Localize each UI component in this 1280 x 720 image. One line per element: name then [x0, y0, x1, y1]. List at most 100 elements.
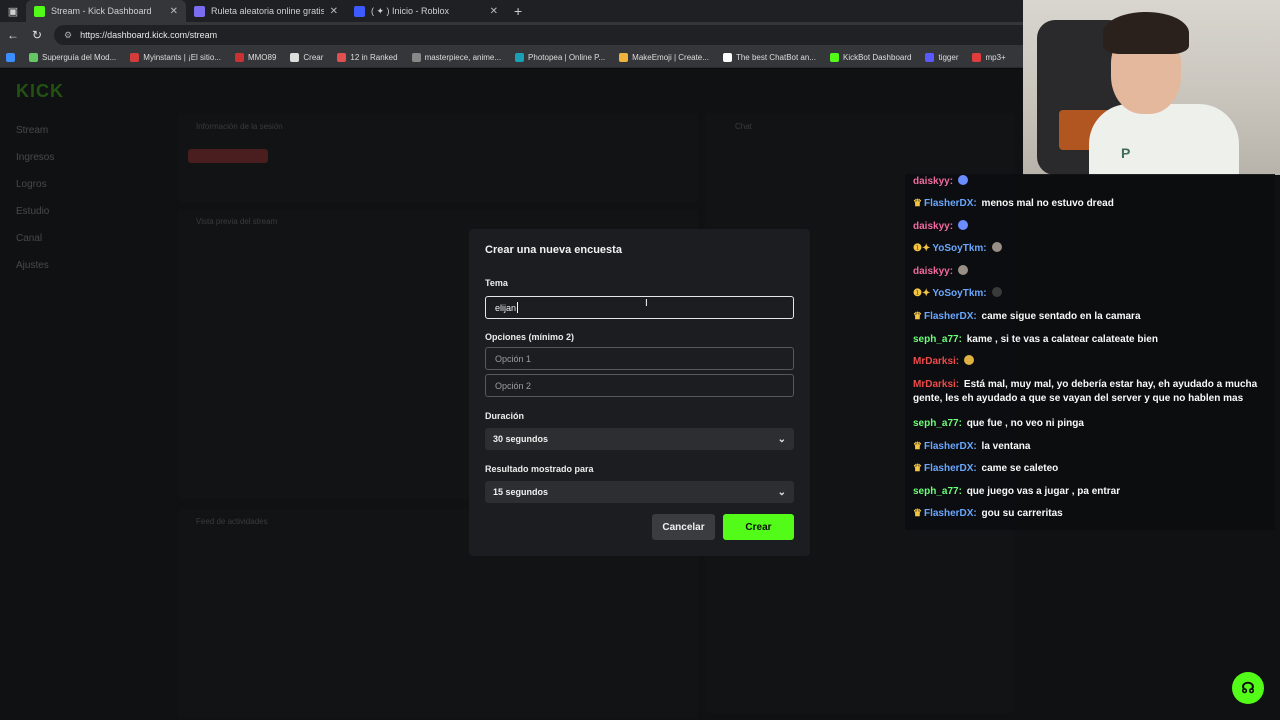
chat-message: MrDarksi: Está mal, muy mal, yo debería … — [913, 378, 1268, 406]
topic-input-value: elijan — [495, 302, 517, 313]
close-tab-icon[interactable]: ✕ — [330, 6, 338, 17]
url-text: https://dashboard.kick.com/stream — [80, 30, 218, 40]
chat-username: FlasherDX: — [923, 198, 977, 209]
cancel-button[interactable]: Cancelar — [652, 514, 715, 540]
reload-icon[interactable]: ↻ — [30, 28, 44, 42]
bookmark-item[interactable]: Crear — [290, 53, 323, 62]
sidebar-item-logros[interactable]: Logros — [16, 179, 47, 190]
sidebar-item-ajustes[interactable]: Ajustes — [16, 260, 49, 271]
url-field[interactable]: ⚙ https://dashboard.kick.com/stream — [54, 25, 1034, 45]
sidebar-item-stream[interactable]: Stream — [16, 125, 48, 136]
text-caret — [517, 302, 519, 313]
tab-title: Stream - Kick Dashboard — [51, 6, 152, 16]
chat-text: la ventana — [981, 441, 1031, 452]
sidebar-item-canal[interactable]: Canal — [16, 233, 42, 244]
topic-label: Tema — [485, 278, 508, 288]
new-tab-icon[interactable]: + — [506, 3, 530, 19]
sidebar-item-ingresos[interactable]: Ingresos — [16, 152, 54, 163]
result-value: 15 segundos — [493, 487, 549, 497]
bookmark-icon — [234, 53, 244, 62]
chat-username: daiskyy: — [913, 221, 954, 232]
activity-feed-title: Feed de actividades — [196, 517, 268, 526]
site-info-icon[interactable]: ⚙ — [64, 30, 72, 41]
close-tab-icon[interactable]: ✕ — [170, 6, 178, 17]
bookmark-item[interactable]: Superguía del Mod... — [29, 53, 116, 62]
bookmark-icon — [515, 53, 525, 62]
chat-username: YoSoyTkm: — [932, 288, 987, 299]
tab-ruleta[interactable]: Ruleta aleatoria online gratis - Ru ✕ — [186, 0, 346, 22]
chat-username: daiskyy: — [913, 176, 954, 187]
chat-message: daiskyy: — [913, 220, 1268, 234]
subscriber-badge-icon: ❶✦ — [913, 288, 931, 299]
chat-overlay: daiskyy: ♛ FlasherDX: menos mal no estuvo… — [905, 174, 1275, 530]
bookmark-item[interactable] — [6, 53, 15, 62]
bookmark-item[interactable]: MMO89 — [234, 53, 277, 62]
bookmark-item[interactable]: The best ChatBot an... — [722, 53, 816, 62]
bookmark-label: mp3+ — [985, 53, 1006, 62]
bookmark-label: The best ChatBot an... — [735, 53, 816, 62]
tab-kick-dashboard[interactable]: Stream - Kick Dashboard ✕ — [26, 0, 186, 22]
chat-username: YoSoyTkm: — [932, 243, 987, 254]
bookmark-item[interactable]: KickBot Dashboard — [829, 53, 912, 62]
bookmark-icon — [829, 53, 839, 62]
bookmark-item[interactable]: 12 in Ranked — [337, 53, 398, 62]
chat-username: FlasherDX: — [923, 463, 977, 474]
back-arrow-icon[interactable]: ← — [6, 28, 20, 42]
chat-text: que fue , no veo ni pinga — [966, 418, 1084, 429]
chat-username: MrDarksi: — [913, 356, 960, 367]
bookmark-label: Myinstants | ¡El sitio... — [143, 53, 221, 62]
chevron-down-icon: ⌄ — [777, 486, 786, 498]
emote-icon — [991, 287, 1002, 297]
chat-message: ♛ FlasherDX: gou su carreritas — [913, 507, 1268, 521]
tab-roblox[interactable]: ( ✦ ) Inicio - Roblox ✕ — [346, 0, 506, 22]
tab-title: Ruleta aleatoria online gratis - Ru — [211, 6, 324, 16]
result-duration-select[interactable]: 15 segundos ⌄ — [485, 481, 794, 503]
chevron-down-icon: ⌄ — [777, 433, 786, 445]
ruleta-favicon-icon — [194, 5, 205, 17]
bookmark-item[interactable]: masterpiece, anime... — [411, 53, 501, 62]
bookmark-item[interactable]: MakeEmoji | Create... — [619, 53, 709, 62]
subscriber-badge-icon: ❶✦ — [913, 243, 931, 254]
option-1-input[interactable]: Opción 1 — [485, 347, 794, 370]
duration-select[interactable]: 30 segundos ⌄ — [485, 428, 794, 450]
streamer-hair — [1103, 12, 1189, 54]
crown-badge-icon: ♛ — [913, 311, 922, 322]
bookmark-item[interactable]: Myinstants | ¡El sitio... — [130, 53, 221, 62]
bookmark-icon — [290, 53, 300, 62]
chat-username: seph_a77: — [913, 418, 962, 429]
bookmark-label: MakeEmoji | Create... — [632, 53, 709, 62]
streamer-shirt — [1089, 104, 1239, 175]
chat-text: Está mal, muy mal, yo debería estar hay,… — [913, 379, 1258, 404]
roblox-favicon-icon — [354, 5, 365, 17]
chat-message: ❶✦ YoSoyTkm: — [913, 242, 1268, 256]
topic-input[interactable]: elijan — [485, 296, 794, 319]
chat-message: ♛ FlasherDX: came se caleteo — [913, 462, 1268, 476]
modal-title: Crear una nueva encuesta — [485, 244, 622, 256]
help-support-button[interactable]: ☊ — [1232, 672, 1264, 704]
bookmark-item[interactable]: Photopea | Online P... — [515, 53, 605, 62]
close-tab-icon[interactable]: ✕ — [490, 6, 498, 17]
create-button[interactable]: Crear — [723, 514, 794, 540]
options-label: Opciones (mínimo 2) — [485, 332, 575, 342]
webcam-overlay: P — [1023, 0, 1280, 175]
kick-logo: KICK — [16, 81, 64, 101]
bookmark-label: MMO89 — [247, 53, 277, 62]
crown-badge-icon: ♛ — [913, 508, 922, 519]
option-2-input[interactable]: Opción 2 — [485, 374, 794, 397]
chat-username: seph_a77: — [913, 486, 962, 497]
bookmark-item[interactable]: tigger — [925, 53, 958, 62]
headset-icon: ☊ — [1241, 680, 1255, 697]
chat-username: FlasherDX: — [923, 441, 977, 452]
duration-value: 30 segundos — [493, 434, 549, 444]
emote-icon — [958, 220, 969, 230]
sidebar-item-estudio[interactable]: Estudio — [16, 206, 49, 217]
bookmark-label: KickBot Dashboard — [842, 53, 912, 62]
chat-text: menos mal no estuvo dread — [981, 198, 1114, 209]
crown-badge-icon: ♛ — [913, 198, 922, 209]
bookmark-label: 12 in Ranked — [350, 53, 398, 62]
bookmark-icon — [6, 53, 15, 62]
tab-menu-icon[interactable]: ▣ — [0, 0, 26, 22]
chat-username: seph_a77: — [913, 334, 962, 345]
bookmark-item[interactable]: mp3+ — [972, 53, 1006, 62]
option-1-placeholder: Opción 1 — [495, 353, 532, 364]
